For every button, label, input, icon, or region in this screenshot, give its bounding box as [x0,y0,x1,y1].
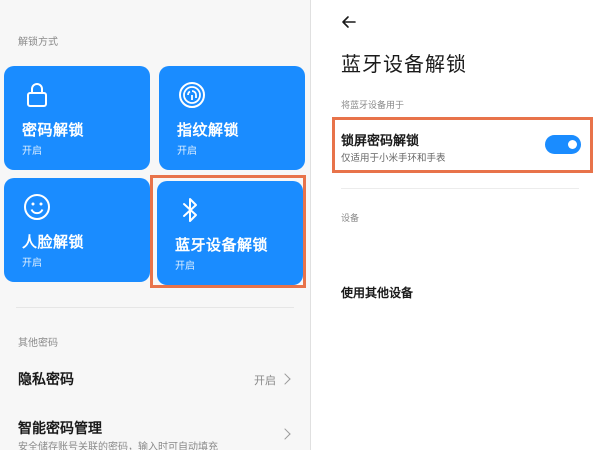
tile-fingerprint-unlock[interactable]: 指纹解锁 开启 [159,66,305,170]
privacy-password-status: 开启 [254,374,276,387]
tile-title: 指纹解锁 [177,121,240,139]
tile-title: 人脸解锁 [22,233,85,251]
privacy-password-title: 隐私密码 [18,372,74,388]
unlock-settings-panel: 解锁方式 密码解锁 开启 指纹解锁 开启 人脸解锁 开启 蓝牙设备解锁 开启 其… [0,0,310,450]
lock-icon [22,80,52,110]
divider [341,188,579,189]
page-title: 蓝牙设备解锁 [341,52,467,76]
chevron-right-icon [279,373,291,385]
tile-title: 密码解锁 [22,121,85,139]
face-icon [22,192,52,222]
smart-password-title: 智能密码管理 [18,421,102,437]
bluetooth-unlock-page: 蓝牙设备解锁 将蓝牙设备用于 锁屏密码解锁 仅适用于小米手环和手表 设备 使用其… [311,0,600,450]
highlight-box-bluetooth-tile [150,175,306,288]
fingerprint-icon [177,80,207,110]
use-other-device-button[interactable]: 使用其他设备 [341,284,413,301]
tile-password-unlock[interactable]: 密码解锁 开启 [4,66,150,170]
back-arrow-icon[interactable] [339,12,359,32]
section-label-usage: 将蓝牙设备用于 [341,101,405,111]
highlight-box-lock-screen [332,117,593,173]
divider [16,307,294,308]
chevron-right-icon [279,428,291,440]
tile-face-unlock[interactable]: 人脸解锁 开启 [4,178,150,282]
tile-status: 开启 [22,146,42,157]
section-label-devices: 设备 [341,214,360,224]
section-label-other-passwords: 其他密码 [18,338,58,349]
section-label-unlock-methods: 解锁方式 [18,37,58,48]
smart-password-subtitle: 安全储存账号关联的密码，输入时可自动填充 [18,442,218,450]
tile-status: 开启 [177,146,197,157]
tile-status: 开启 [22,258,42,269]
